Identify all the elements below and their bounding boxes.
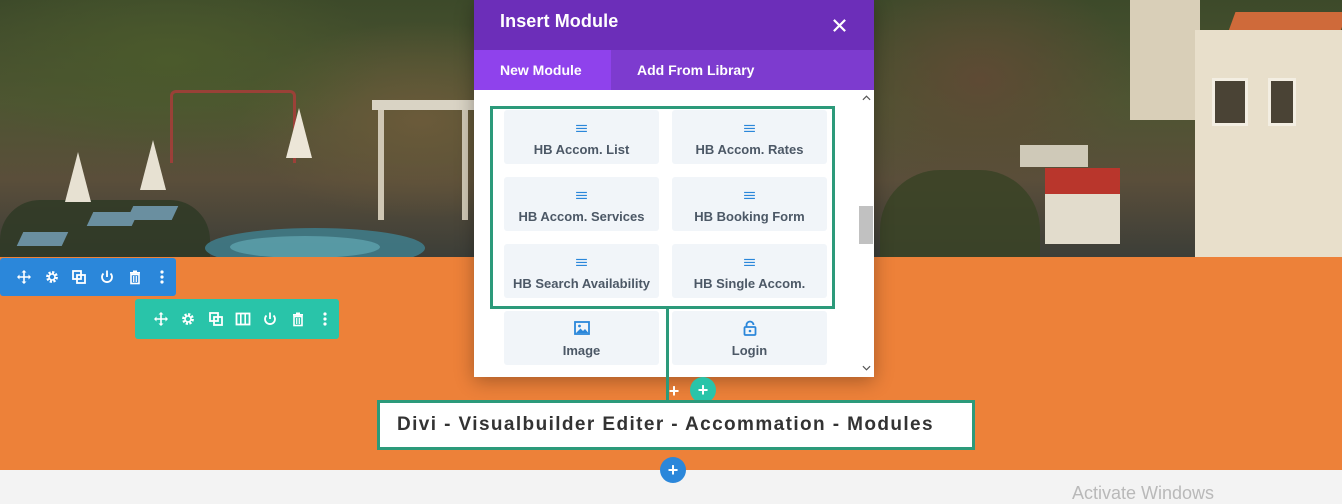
duplicate-icon[interactable]: [65, 263, 93, 291]
window: [1268, 78, 1296, 126]
tab-new-module[interactable]: New Module: [474, 50, 611, 90]
lines-icon: [576, 121, 587, 135]
module-hb-search-availability[interactable]: HB Search Availability: [504, 244, 659, 298]
lounger: [16, 232, 69, 246]
add-module-button[interactable]: +: [664, 381, 684, 401]
module-label: HB Search Availability: [512, 276, 651, 291]
module-hb-accom-list[interactable]: HB Accom. List: [504, 110, 659, 164]
module-label: HB Accom. Rates: [695, 142, 804, 157]
lines-icon: [576, 188, 587, 202]
lounger: [126, 206, 179, 220]
module-hb-accom-services[interactable]: HB Accom. Services: [504, 177, 659, 231]
roof: [1045, 168, 1120, 194]
house: [1130, 0, 1200, 120]
module-login[interactable]: Login: [672, 311, 827, 365]
module-hb-accom-rates[interactable]: HB Accom. Rates: [672, 110, 827, 164]
power-icon[interactable]: [257, 305, 284, 333]
module-label: Login: [731, 343, 768, 358]
add-section-button[interactable]: +: [660, 457, 686, 483]
module-label: HB Booking Form: [694, 209, 805, 224]
lines-icon: [744, 121, 755, 135]
gear-icon[interactable]: [174, 305, 201, 333]
house: [1195, 30, 1342, 257]
insert-module-modal: Insert Module New Module Add From Librar…: [474, 0, 874, 377]
module-label: HB Accom. List: [533, 142, 630, 157]
modal-title: Insert Module: [500, 11, 619, 31]
umbrella: [65, 152, 91, 202]
image-icon: [573, 319, 590, 337]
module-list: HB Accom. List HB Accom. Rates HB Accom.…: [474, 90, 874, 377]
hedge: [880, 170, 1040, 257]
activate-windows-watermark: Activate Windows: [1072, 483, 1215, 503]
scrollbar-thumb[interactable]: [859, 206, 873, 244]
power-icon[interactable]: [93, 263, 121, 291]
building: [1045, 194, 1120, 244]
shed: [1020, 145, 1088, 167]
umbrella: [140, 140, 166, 190]
gear-icon[interactable]: [38, 263, 66, 291]
window: [1212, 78, 1248, 126]
module-label: Image: [562, 343, 601, 358]
pool-water: [230, 236, 380, 257]
module-label: HB Accom. Services: [518, 209, 645, 224]
row-toolbar: [135, 299, 339, 339]
section-toolbar: [0, 258, 176, 296]
annotation-caption-box: Divi - Visualbuilder Editer - Accommatio…: [377, 400, 975, 450]
pergola-post: [462, 110, 468, 220]
modal-tabs: New Module Add From Library: [474, 50, 874, 90]
module-hb-single-accom[interactable]: HB Single Accom.: [672, 244, 827, 298]
annotation-caption: Divi - Visualbuilder Editer - Accommatio…: [397, 414, 934, 435]
move-icon[interactable]: [10, 263, 38, 291]
trash-icon[interactable]: [284, 305, 311, 333]
pergola-post: [378, 110, 384, 220]
chevron-up-icon[interactable]: [861, 92, 871, 104]
hedge: [0, 200, 210, 257]
duplicate-icon[interactable]: [202, 305, 229, 333]
tab-add-from-library[interactable]: Add From Library: [611, 50, 780, 90]
close-icon[interactable]: [826, 12, 852, 38]
lines-icon: [744, 255, 755, 269]
pergola: [372, 100, 474, 110]
more-icon[interactable]: [148, 263, 176, 291]
trash-icon[interactable]: [121, 263, 149, 291]
module-label: HB Single Accom.: [693, 276, 806, 291]
chevron-down-icon[interactable]: [861, 362, 871, 374]
modal-header: Insert Module: [474, 0, 874, 50]
lines-icon: [744, 188, 755, 202]
module-image[interactable]: Image: [504, 311, 659, 365]
lines-icon: [576, 255, 587, 269]
playground-swing: [170, 90, 296, 163]
more-icon[interactable]: [312, 305, 339, 333]
lock-icon: [742, 319, 758, 337]
columns-icon[interactable]: [229, 305, 256, 333]
module-hb-booking-form[interactable]: HB Booking Form: [672, 177, 827, 231]
move-icon[interactable]: [147, 305, 174, 333]
scrollbar[interactable]: [858, 90, 874, 377]
